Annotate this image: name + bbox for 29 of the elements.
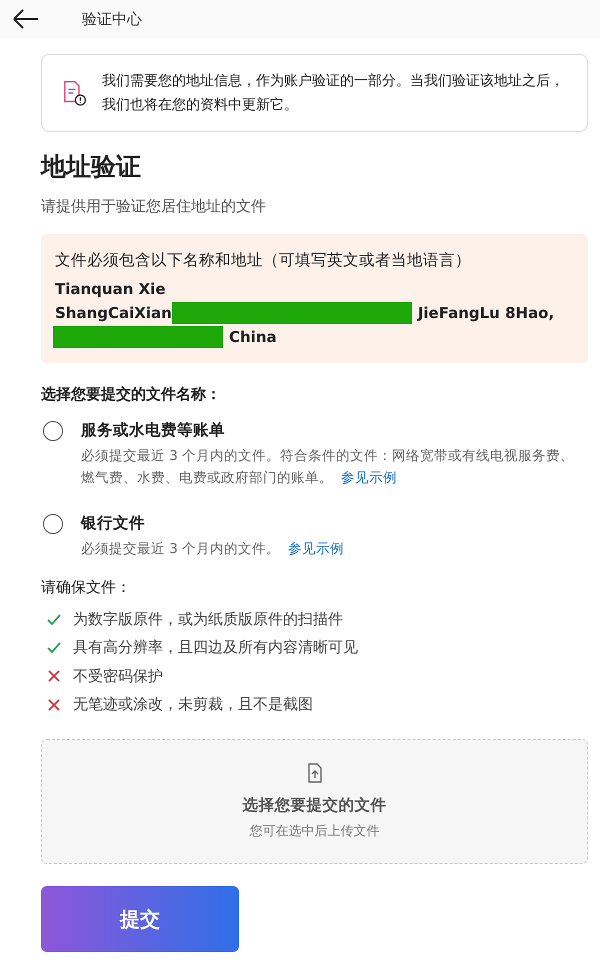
option-description: 必须提交最近 3 个月内的文件。符合条件的文件：网络宽带或有线电视服务费、燃气费、水费、电费或政府部门的账单。 参见示例	[81, 447, 576, 488]
upload-hint: 您可在选中后上传文件	[250, 823, 380, 840]
notice-text: 我们需要您的地址信息，作为账户验证的一部分。当我们验证该地址之后，我们也将在您的资料中更新它。	[102, 72, 566, 115]
requirement-text: 为数字版原件，或为纸质版原件的扫描件	[73, 610, 343, 629]
upload-title: 选择您要提交的文件	[242, 795, 386, 816]
address-heading: 文件必须包含以下名称和地址（可填写英文或者当地语言）	[55, 250, 472, 271]
requirement-text: 无笔迹或涂改，未剪裁，且不是截图	[73, 695, 313, 714]
address-text: China	[229, 328, 277, 346]
option-title: 银行文件	[81, 513, 146, 534]
example-link[interactable]: 参见示例	[288, 541, 344, 557]
requirement-text: 具有高分辨率，且四边及所有内容清晰可见	[73, 638, 358, 658]
address-text: JieFangLu 8Hao,	[418, 304, 554, 322]
address-text: ShangCaiXian	[55, 304, 172, 322]
section-title: 地址验证	[41, 151, 142, 183]
radio-button[interactable]	[43, 514, 63, 534]
option-description: 必须提交最近 3 个月内的文件。 参见示例	[81, 540, 344, 559]
back-icon[interactable]	[12, 8, 40, 30]
upload-area[interactable]: 选择您要提交的文件 您可在选中后上传文件	[41, 739, 588, 864]
address-text: Tianquan Xie	[55, 280, 166, 298]
radio-button[interactable]	[43, 421, 63, 441]
option-title: 服务或水电费等账单	[81, 420, 226, 441]
requirements-label: 请确保文件：	[41, 578, 132, 597]
file-upload-icon	[306, 763, 322, 783]
choice-label: 选择您要提交的文件名称：	[41, 385, 222, 404]
example-link[interactable]: 参见示例	[341, 470, 397, 486]
requirement-text: 不受密码保护	[73, 666, 163, 686]
section-subtitle: 请提供用于验证您居住地址的文件	[41, 197, 267, 216]
submit-button[interactable]: 提交	[41, 886, 239, 952]
page-title: 验证中心	[82, 10, 142, 28]
